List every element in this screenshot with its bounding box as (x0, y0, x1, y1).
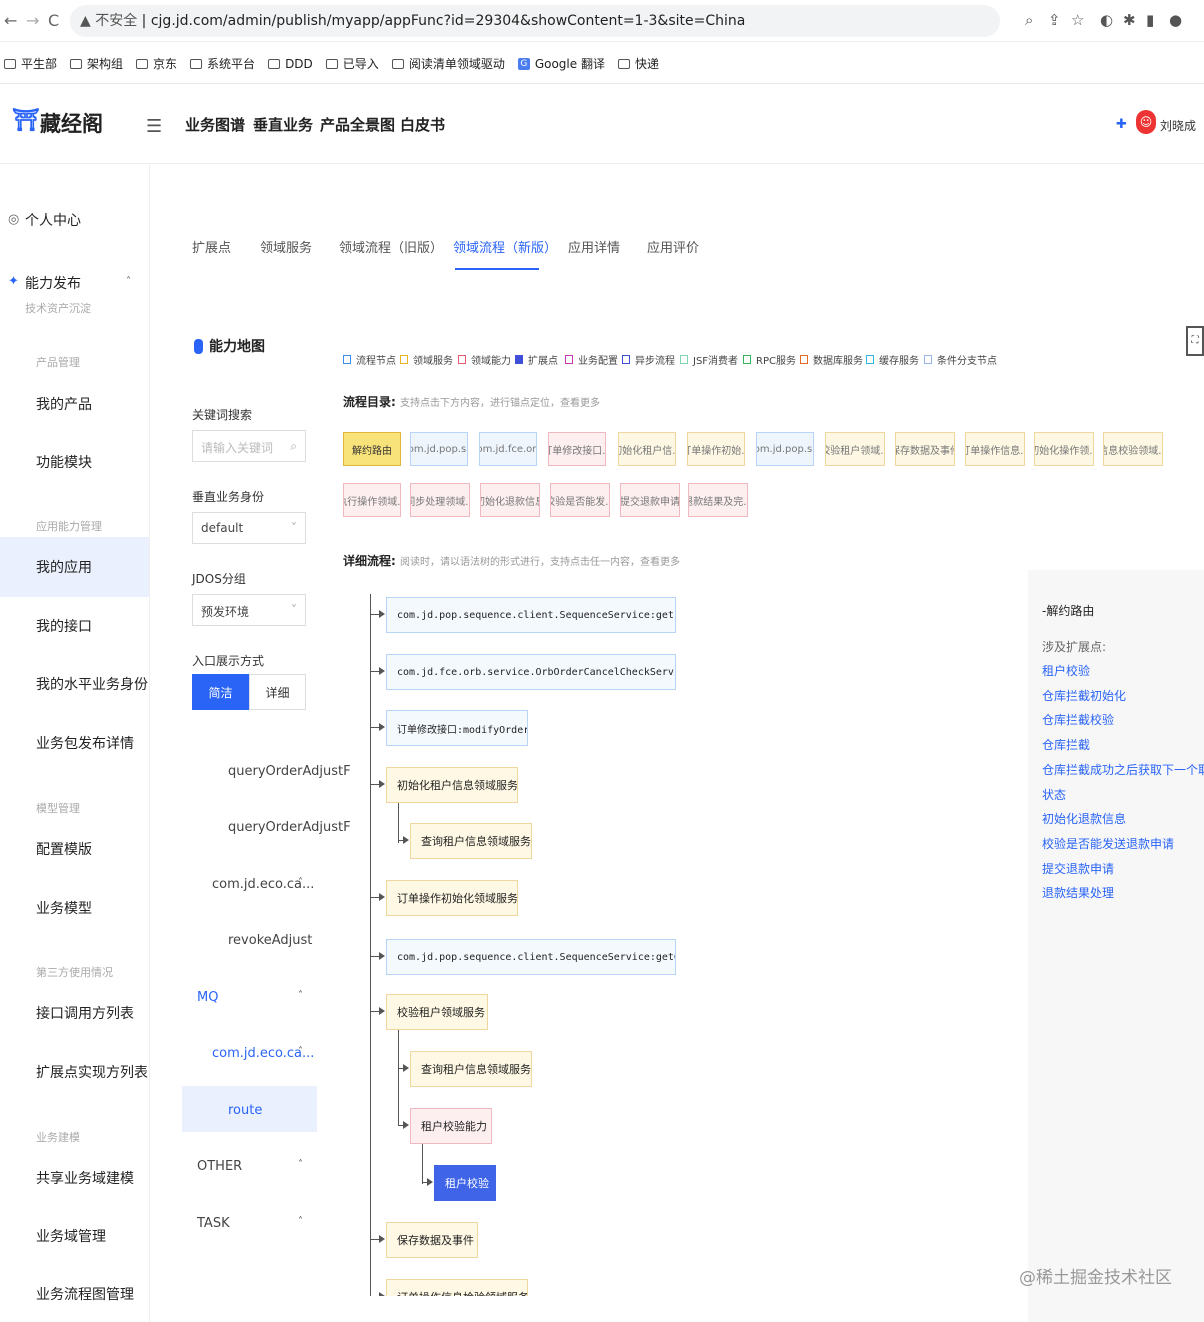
arrow-icon (403, 1121, 409, 1129)
watermark: @稀土掘金技术社区 (1019, 1268, 1172, 1288)
flow-node[interactable]: 查询租户信息领域服务 (410, 1051, 532, 1087)
flow-node[interactable]: 查询租户信息领域服务 (410, 823, 532, 859)
detail-panel-title: -解约路由 (1042, 604, 1095, 618)
connector (398, 803, 399, 843)
arrow-icon (403, 836, 409, 844)
ext-link[interactable]: 租户校验 (1042, 662, 1090, 679)
ext-link[interactable]: 仓库拦截校验 (1042, 711, 1114, 728)
ext-link[interactable]: 退款结果处理 (1042, 884, 1114, 901)
flow-node[interactable]: 租户校验能力 (410, 1108, 492, 1144)
connector (370, 594, 371, 1296)
arrow-icon (379, 1292, 385, 1296)
flow-node[interactable]: 初始化租户信息领域服务 (386, 767, 518, 803)
flow-node[interactable]: 保存数据及事件 (386, 1222, 478, 1258)
ext-link[interactable]: 提交退款申请 (1042, 860, 1114, 877)
arrow-icon (379, 780, 385, 788)
node-detail-panel: -解约路由 涉及扩展点: 租户校验仓库拦截初始化 仓库拦截校验 仓库拦截仓库拦截成功… (1028, 570, 1204, 1322)
flow-node[interactable]: com.jd.fce.orb.service.OrbOrderCancelChe… (386, 654, 676, 690)
ext-label: 涉及扩展点: (1042, 640, 1107, 654)
arrow-icon (379, 723, 385, 731)
connector (422, 1144, 423, 1184)
arrow-icon (379, 1007, 385, 1015)
flow-node[interactable]: 订单操作初始化领域服务 (386, 880, 518, 916)
arrow-icon (379, 667, 385, 675)
ext-link[interactable]: 初始化退款信息 (1042, 810, 1126, 827)
flow-node[interactable]: com.jd.pop.sequence.client.SequenceServi… (386, 939, 676, 975)
arrow-icon (379, 610, 385, 618)
arrow-icon (379, 952, 385, 960)
ext-link[interactable]: 仓库拦截初始化 (1042, 687, 1126, 704)
ext-link[interactable]: 仓库拦截 (1042, 736, 1090, 753)
connector (398, 1030, 399, 1126)
detail-flow: com.jd.pop.sequence.client.SequenceServi… (0, 0, 1204, 1296)
arrow-icon (427, 1178, 433, 1186)
ext-link[interactable]: 状态 (1042, 786, 1066, 803)
ext-link[interactable]: 校验是否能发送退款申请 (1042, 835, 1174, 852)
ext-link[interactable]: 仓库拦截成功之后获取下一个取消流程 (1042, 761, 1204, 778)
arrow-icon (379, 1235, 385, 1243)
flow-node[interactable]: 租户校验 (434, 1165, 496, 1201)
flow-node[interactable]: 校验租户领域服务 (386, 994, 488, 1030)
flow-node[interactable]: 订单操作信息检验领域服务 (386, 1279, 528, 1296)
flow-node[interactable]: 订单修改接口:modifyOrder (386, 710, 528, 746)
arrow-icon (379, 893, 385, 901)
arrow-icon (403, 1064, 409, 1072)
flow-node[interactable]: com.jd.pop.sequence.client.SequenceServi… (386, 597, 676, 633)
